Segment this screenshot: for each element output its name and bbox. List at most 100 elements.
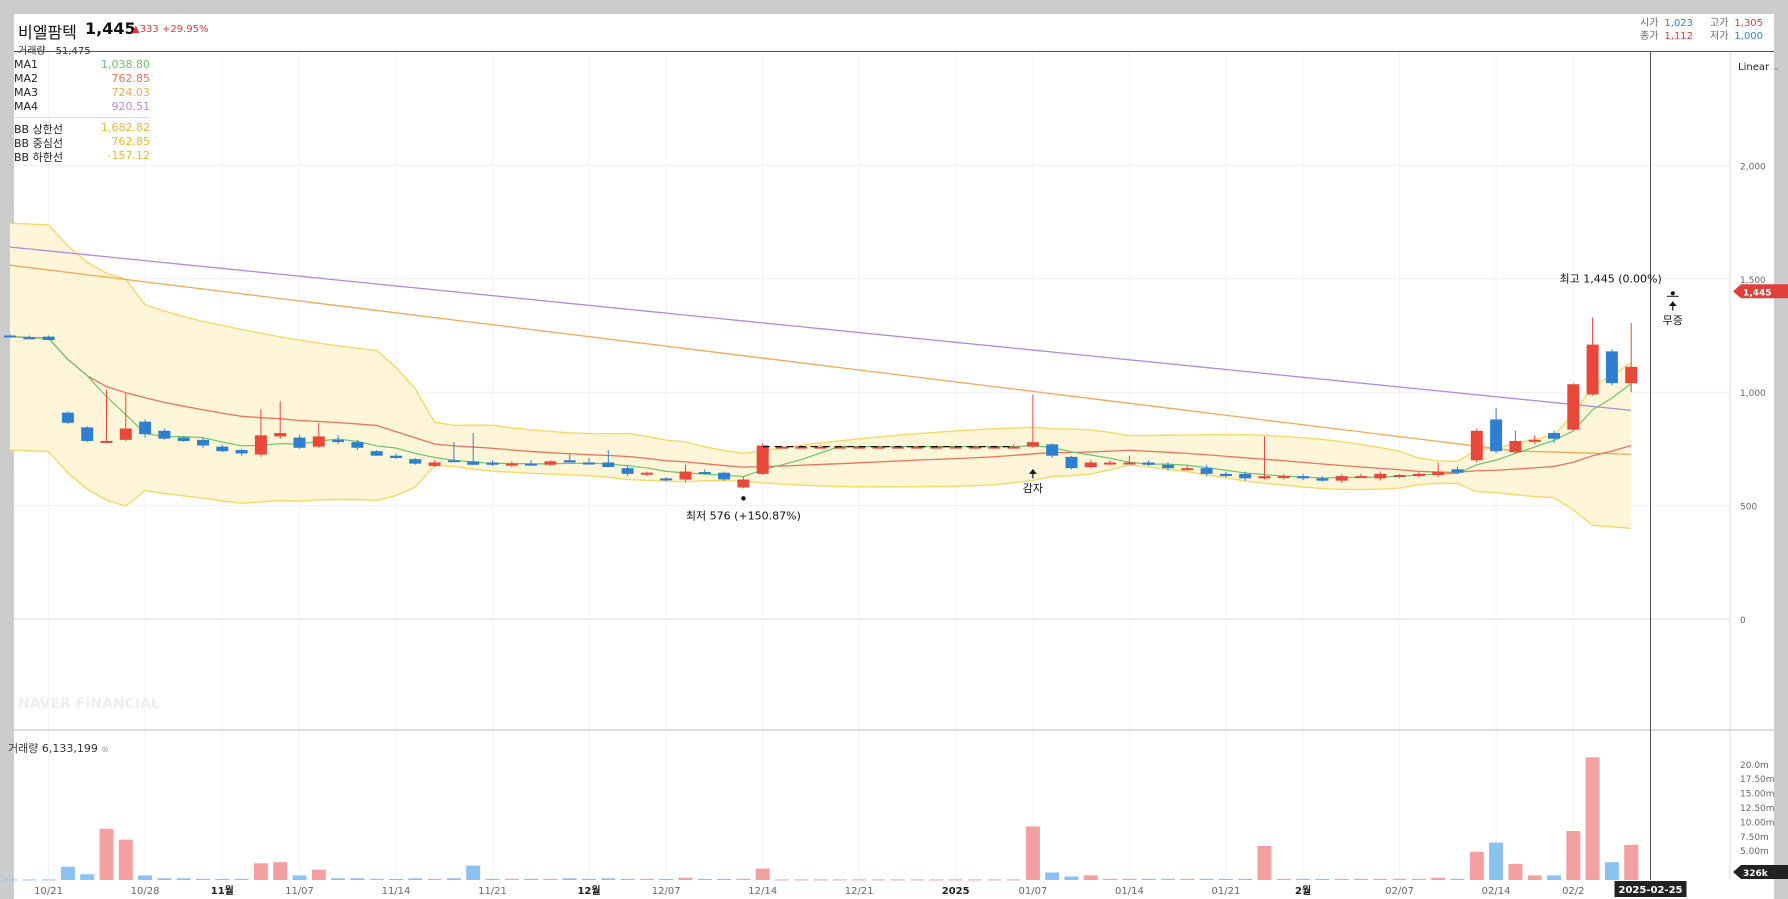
- ohlc-low: 저가 1,000: [1710, 27, 1763, 42]
- ma2-value: 762.85: [111, 72, 151, 85]
- legend-bb-mid: BB 중심선 762.85: [14, 135, 151, 150]
- x-tick-label: 11/14: [382, 886, 411, 897]
- candle-body: [1181, 468, 1194, 471]
- ohlc-close: 종가 1,112: [1640, 27, 1693, 42]
- volume-bar: [1334, 878, 1349, 880]
- volume-bar: [1006, 879, 1021, 881]
- volume-bar: [1218, 878, 1233, 880]
- volume-panel-label: 거래량 6,133,199: [8, 742, 98, 755]
- candle: [1625, 323, 1638, 393]
- candle-body: [1625, 366, 1638, 384]
- candle-body: [1104, 462, 1117, 465]
- watermark: NAVER FINANCIAL: [18, 696, 160, 712]
- candle-body: [158, 430, 171, 439]
- volume-bar: [1045, 872, 1060, 880]
- volume-bar: [968, 879, 982, 881]
- candle-body: [351, 442, 364, 448]
- volume-bar: [775, 879, 789, 881]
- candle-body: [1297, 476, 1310, 479]
- volume-bar: [1469, 851, 1484, 880]
- legend-ma1: MA1 1,038.80: [14, 58, 150, 72]
- volume-bar: [22, 879, 37, 881]
- quote-header: 비엘팜텍 1,445 ▲333 +29.95% 거래량 51,475 시가 1,02…: [14, 14, 1774, 57]
- candle-body: [640, 472, 653, 475]
- vol-tick-label: 10.00m: [1740, 818, 1775, 828]
- candle-body: [1162, 464, 1174, 469]
- volume-bar: [1373, 878, 1388, 880]
- x-tick-label: 01/14: [1115, 886, 1144, 897]
- ma4-value: 920.51: [111, 100, 151, 113]
- vol-tick-label: 15.00m: [1740, 790, 1775, 800]
- volume-bar: [292, 875, 307, 880]
- candle-body: [602, 462, 615, 468]
- legend-ma3: MA3 724.03: [14, 86, 150, 100]
- price-chart[interactable]: 05001,0001,5002,0005.00m7.50m10.00m12.50…: [0, 0, 1788, 899]
- volume-bar: [678, 877, 693, 880]
- candle-body: [1219, 473, 1232, 477]
- candle-body: [42, 336, 55, 341]
- volume-tag-label: 326k: [1743, 869, 1769, 879]
- volume-bar: [1604, 862, 1619, 880]
- candle-body: [312, 436, 325, 447]
- candle-body: [197, 439, 209, 446]
- x-tick-label: 01/21: [1211, 886, 1240, 897]
- candle-body: [81, 427, 94, 441]
- candle-body: [100, 440, 113, 443]
- candle-body: [621, 468, 634, 474]
- x-tick-label: 11/07: [285, 886, 314, 897]
- candle-body: [370, 451, 383, 456]
- candle-body: [254, 435, 267, 455]
- candle-body: [544, 461, 557, 465]
- indicator-legend: MA1 1,038.80 MA2 762.85 MA3 724.03 MA4 920.5…: [14, 58, 151, 164]
- volume-bar: [1257, 846, 1272, 880]
- volume-bar: [1296, 878, 1311, 880]
- volume-bar: [1624, 844, 1639, 880]
- volume-label: 거래량: [18, 46, 46, 57]
- volume-bars: [3, 757, 1639, 881]
- candle-body: [1412, 473, 1425, 477]
- volume-bar: [331, 878, 346, 880]
- low-marker: [741, 496, 746, 501]
- mujeung-arrow-head: [1668, 301, 1677, 307]
- volume-bar: [524, 878, 539, 880]
- x-tick-label: 10/21: [34, 886, 63, 897]
- volume-bar: [1161, 878, 1175, 880]
- volume-bar: [1392, 878, 1407, 880]
- vol-tick-label: 17.50m: [1740, 775, 1775, 785]
- price-tag-label: 1,445: [1743, 288, 1771, 298]
- price-change: ▲333 +29.95%: [132, 24, 209, 35]
- volume-bar: [543, 878, 558, 880]
- x-tick-label: 12/21: [845, 886, 874, 897]
- volume-bar: [813, 879, 828, 881]
- volume-bar: [1547, 875, 1561, 880]
- volume-bar: [562, 878, 577, 880]
- candle-body: [1490, 419, 1503, 452]
- candle-body: [698, 472, 711, 475]
- volume-panel-header: 거래량 6,133,199 ⊗: [8, 740, 109, 756]
- volume-info: 거래량 51,475: [18, 42, 91, 57]
- volume-bar: [871, 879, 886, 881]
- candle-body: [525, 463, 538, 466]
- x-tick-label: 12/14: [748, 886, 777, 897]
- y-tick-label: 500: [1740, 503, 1757, 513]
- bb-mid-value: 762.85: [111, 135, 151, 148]
- vol-tick-label: 20.0m: [1740, 761, 1769, 771]
- volume-bar: [99, 828, 114, 880]
- x-tick-label: 10/28: [131, 886, 160, 897]
- candle-body: [1605, 351, 1618, 384]
- ma4-label: MA4: [14, 100, 39, 113]
- volume-bar: [1566, 831, 1581, 880]
- close-icon[interactable]: ⊗: [101, 745, 109, 755]
- legend-bb-upper: BB 상한선 1,682.82: [14, 121, 150, 136]
- candle-body: [1548, 433, 1560, 439]
- volume-bar: [582, 878, 596, 880]
- candle-body: [428, 462, 441, 466]
- stock-name: 비엘팜텍: [18, 23, 77, 42]
- low-annotation: 최저 576 (+150.87%): [686, 509, 801, 522]
- scale-toggle[interactable]: Linear ⌄: [1738, 62, 1781, 73]
- y-tick-label: 2,000: [1740, 162, 1766, 172]
- volume-bar: [1450, 878, 1465, 880]
- legend-ma2: MA2 762.85: [14, 72, 150, 86]
- candle-body: [177, 437, 190, 441]
- candle-body: [1065, 456, 1078, 469]
